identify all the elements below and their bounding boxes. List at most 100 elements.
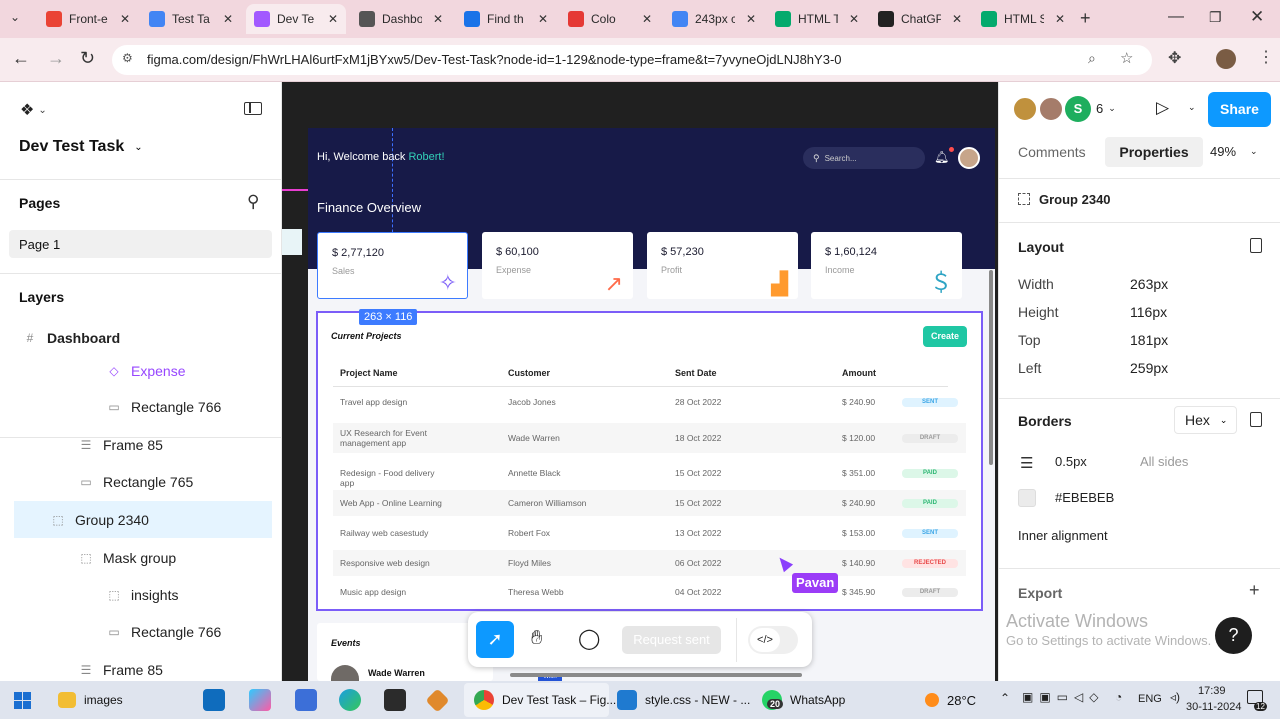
close-tab-icon[interactable]: ✕ — [952, 12, 962, 26]
finance-card[interactable]: $ 1,60,124 Income ＄ — [811, 232, 962, 299]
comment-tool-icon[interactable]: ◯ — [578, 626, 600, 651]
layer-item[interactable]: # Dashboard — [0, 319, 281, 356]
left-value[interactable]: 259px — [1130, 360, 1168, 376]
store-icon[interactable] — [295, 681, 317, 719]
bookmark-star-icon[interactable]: ☆ — [1120, 49, 1133, 67]
language-indicator[interactable]: ENG — [1138, 693, 1162, 705]
browser-tab[interactable]: Test Ta ✕ — [141, 4, 241, 34]
zoom-level[interactable]: 49% ⌄ — [1210, 144, 1258, 159]
close-tab-icon[interactable]: ✕ — [642, 12, 652, 26]
minimize-icon[interactable]: — — [1168, 8, 1184, 26]
close-tab-icon[interactable]: ✕ — [538, 12, 548, 26]
taskbar-chrome[interactable]: Dev Test Task – Fig... — [474, 681, 616, 719]
layer-item[interactable]: ◇ Expense — [0, 352, 281, 389]
figma-main-menu[interactable]: ❖ ⌄ — [20, 100, 47, 120]
browser-tab[interactable]: Dev Te ✕ — [246, 4, 346, 34]
browser-menu-icon[interactable]: ⋮ — [1258, 47, 1274, 67]
layer-item[interactable]: ⬚ insights — [0, 576, 281, 613]
layer-item[interactable]: ☰ Frame 85 — [0, 426, 281, 463]
layer-item[interactable]: ⬚ Group 2340 — [14, 501, 272, 538]
finance-card[interactable]: $ 57,230 Profit ▟ — [647, 232, 798, 299]
toggle-sidebar-icon[interactable] — [244, 102, 262, 115]
design-search-box[interactable]: ⚲ Search... — [803, 147, 925, 169]
project-title[interactable]: Dev Test Task ⌄ — [19, 138, 143, 156]
address-bar[interactable]: ⚙ figma.com/design/FhWrLHAl6urtFxM1jBYxw… — [112, 45, 1152, 75]
browser-tab[interactable]: Dashbo ✕ — [351, 4, 451, 34]
border-sides[interactable]: All sides — [1140, 454, 1188, 469]
site-info-icon[interactable]: ⚙ — [122, 51, 133, 65]
hand-tool-icon[interactable]: ✋︎ — [531, 627, 542, 650]
clipboard-icon[interactable] — [1250, 238, 1262, 253]
reload-icon[interactable]: ↻ — [80, 48, 95, 69]
terminal-icon[interactable] — [384, 681, 406, 719]
finance-card[interactable]: $ 2,77,120 Sales ✧ — [317, 232, 468, 299]
layer-item[interactable]: ⬚ Mask group — [0, 539, 281, 576]
taskbar-vscode[interactable]: style.css - NEW - ... — [617, 681, 750, 719]
tray-chevron-icon[interactable]: ⌃ — [1000, 691, 1010, 705]
canvas-vscrollbar[interactable] — [989, 270, 993, 465]
inner-alignment[interactable]: Inner alignment — [1018, 528, 1108, 543]
height-value[interactable]: 116px — [1130, 304, 1167, 320]
maximize-icon[interactable]: ❐ — [1209, 9, 1222, 26]
close-tab-icon[interactable]: ✕ — [328, 12, 338, 26]
tab-search-icon[interactable]: ⌄ — [10, 10, 20, 24]
width-value[interactable]: 263px — [1130, 276, 1168, 292]
profile-avatar[interactable] — [1216, 49, 1236, 69]
border-width-value[interactable]: 0.5px — [1055, 454, 1087, 469]
clipboard-icon[interactable] — [1250, 412, 1262, 427]
wifi-icon[interactable]: ◔ — [1115, 690, 1122, 704]
browser-tab[interactable]: 243px c ✕ — [664, 4, 764, 34]
canvas-scrollbar[interactable] — [510, 673, 802, 677]
outlook-icon[interactable] — [203, 681, 225, 719]
copilot-icon[interactable] — [249, 681, 271, 719]
collaborator-avatar[interactable] — [1012, 96, 1038, 122]
search-pages-icon[interactable]: ⚲ — [247, 192, 259, 212]
browser-tab[interactable]: Find th ✕ — [456, 4, 556, 34]
chevron-down-icon[interactable]: ⌄ — [1188, 102, 1196, 113]
layer-item[interactable]: ▭ Rectangle 766 — [0, 613, 281, 650]
request-sent-button[interactable]: Request sent — [622, 626, 721, 654]
tab-properties[interactable]: Properties — [1105, 137, 1203, 167]
browser-tab[interactable]: ChatGP ✕ — [870, 4, 970, 34]
edge-icon[interactable] — [339, 681, 361, 719]
clock-date[interactable]: 30-11-2024 — [1186, 701, 1241, 713]
close-tab-icon[interactable]: ✕ — [746, 12, 756, 26]
collaborator-avatar[interactable] — [1038, 96, 1064, 122]
browser-tab[interactable]: Colo ✕ — [560, 4, 660, 34]
zoom-icon[interactable]: ⌕ — [1088, 50, 1096, 67]
help-icon[interactable]: ? — [1215, 617, 1252, 654]
add-export-icon[interactable]: + — [1249, 580, 1260, 601]
close-tab-icon[interactable]: ✕ — [849, 12, 859, 26]
collaborator-avatar-s[interactable]: S — [1065, 96, 1091, 122]
move-tool-button[interactable]: ➚ — [476, 621, 514, 658]
clock-time[interactable]: 17:39 — [1198, 685, 1226, 697]
close-tab-icon[interactable]: ✕ — [1055, 12, 1065, 26]
tab-comments[interactable]: Comments — [1018, 144, 1086, 160]
color-format-select[interactable]: Hex ⌄ — [1174, 406, 1237, 434]
extensions-icon[interactable]: ✥ — [1168, 48, 1181, 68]
dev-mode-toggle[interactable]: </> — [748, 626, 798, 654]
close-tab-icon[interactable]: ✕ — [120, 12, 130, 26]
layer-item[interactable]: ▭ Rectangle 766 — [0, 388, 281, 425]
people-count[interactable]: 6 ⌄ — [1096, 101, 1116, 116]
forward-icon[interactable]: → — [47, 48, 65, 69]
top-value[interactable]: 181px — [1130, 332, 1168, 348]
browser-tab[interactable]: HTML T ✕ — [767, 4, 867, 34]
layer-item[interactable]: ▭ Rectangle 765 — [0, 463, 281, 500]
new-tab-icon[interactable]: + — [1080, 8, 1091, 29]
close-window-icon[interactable]: ✕ — [1250, 7, 1264, 27]
border-color-swatch[interactable] — [1018, 489, 1036, 507]
border-color-value[interactable]: #EBEBEB — [1055, 490, 1114, 505]
weather-widget[interactable]: 28°C — [925, 681, 976, 719]
close-tab-icon[interactable]: ✕ — [223, 12, 233, 26]
browser-tab[interactable]: Front-e ✕ — [38, 4, 138, 34]
page-item-page-1[interactable]: Page 1 — [9, 230, 272, 258]
tray-icons[interactable]: ▣▣▭◁◇ — [1022, 690, 1104, 704]
speaker-icon[interactable]: ◃) — [1170, 690, 1180, 704]
bell-icon[interactable]: 🔔︎ — [934, 150, 949, 164]
back-icon[interactable]: ← — [12, 48, 30, 69]
close-tab-icon[interactable]: ✕ — [433, 12, 443, 26]
present-play-icon[interactable]: ▷ — [1156, 98, 1169, 118]
create-button[interactable]: Create — [923, 326, 967, 347]
start-icon[interactable] — [14, 681, 31, 719]
